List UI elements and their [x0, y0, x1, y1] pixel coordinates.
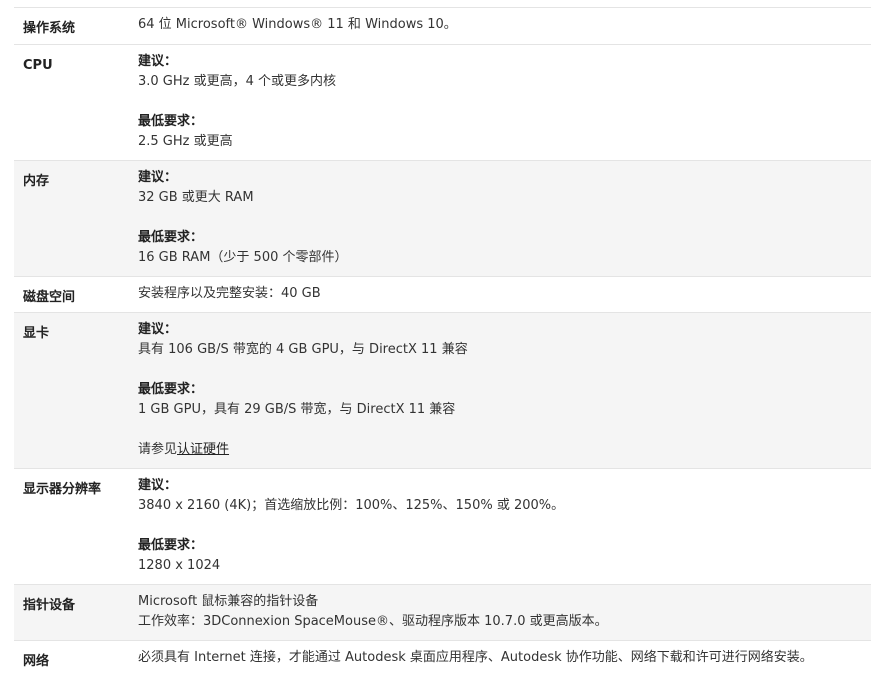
- minimum-heading: 最低要求：: [138, 538, 204, 553]
- minimum-block: 最低要求： 1 GB GPU，具有 29 GB/S 带宽，与 DirectX 1…: [138, 380, 871, 420]
- recommended-heading: 建议：: [138, 478, 178, 493]
- os-value: 64 位 Microsoft® Windows® 11 和 Windows 10…: [138, 17, 457, 32]
- recommended-value: 32 GB 或更大 RAM: [138, 190, 254, 205]
- certified-hardware-link[interactable]: 认证硬件: [177, 442, 229, 457]
- recommended-block: 建议： 32 GB 或更大 RAM: [138, 168, 871, 208]
- row-value: Microsoft 鼠标兼容的指针设备 工作效率：3DConnexion Spa…: [138, 585, 871, 640]
- minimum-value: 2.5 GHz 或更高: [138, 134, 233, 149]
- row-label: 网络: [23, 654, 50, 669]
- pointing-device-line-2: 工作效率：3DConnexion SpaceMouse®、驱动程序版本 10.7…: [138, 614, 608, 629]
- row-label: 指针设备: [23, 598, 76, 613]
- row-pointing-device: 指针设备 Microsoft 鼠标兼容的指针设备 工作效率：3DConnexio…: [14, 584, 871, 640]
- row-memory: 内存 建议： 32 GB 或更大 RAM 最低要求： 16 GB RAM（少于 …: [14, 160, 871, 276]
- row-value: 建议： 3840 x 2160 (4K)；首选缩放比例：100%、125%、15…: [138, 469, 871, 584]
- minimum-heading: 最低要求：: [138, 230, 204, 245]
- recommended-value: 3840 x 2160 (4K)；首选缩放比例：100%、125%、150% 或…: [138, 498, 565, 513]
- minimum-value: 1 GB GPU，具有 29 GB/S 带宽，与 DirectX 11 兼容: [138, 402, 456, 417]
- minimum-block: 最低要求： 16 GB RAM（少于 500 个零部件）: [138, 228, 871, 268]
- row-value: 建议： 3.0 GHz 或更高，4 个或更多内核 最低要求： 2.5 GHz 或…: [138, 45, 871, 160]
- row-operating-system: 操作系统 64 位 Microsoft® Windows® 11 和 Windo…: [14, 7, 871, 44]
- row-display-resolution: 显示器分辨率 建议： 3840 x 2160 (4K)；首选缩放比例：100%、…: [14, 468, 871, 584]
- minimum-heading: 最低要求：: [138, 382, 204, 397]
- row-disk-space: 磁盘空间 安装程序以及完整安装：40 GB: [14, 276, 871, 312]
- recommended-value: 3.0 GHz 或更高，4 个或更多内核: [138, 74, 337, 89]
- row-label: 磁盘空间: [23, 290, 76, 305]
- minimum-value: 1280 x 1024: [138, 558, 221, 573]
- row-value: 安装程序以及完整安装：40 GB: [138, 277, 871, 312]
- pointing-device-line-1: Microsoft 鼠标兼容的指针设备: [138, 594, 319, 609]
- row-label: 显示器分辨率: [23, 482, 102, 497]
- row-value: 64 位 Microsoft® Windows® 11 和 Windows 10…: [138, 8, 871, 44]
- network-value: 必须具有 Internet 连接，才能通过 Autodesk 桌面应用程序、Au…: [138, 650, 813, 665]
- see-also-prefix: 请参见: [138, 442, 178, 457]
- recommended-heading: 建议：: [138, 54, 178, 69]
- recommended-block: 建议： 3.0 GHz 或更高，4 个或更多内核: [138, 52, 871, 92]
- minimum-heading: 最低要求：: [138, 114, 204, 129]
- row-graphics-card: 显卡 建议： 具有 106 GB/S 带宽的 4 GB GPU，与 Direct…: [14, 312, 871, 468]
- recommended-value: 具有 106 GB/S 带宽的 4 GB GPU，与 DirectX 11 兼容: [138, 342, 468, 357]
- row-value: 必须具有 Internet 连接，才能通过 Autodesk 桌面应用程序、Au…: [138, 641, 871, 678]
- row-label: CPU: [23, 58, 53, 73]
- see-also-block: 请参见认证硬件: [138, 440, 871, 460]
- disk-value: 安装程序以及完整安装：40 GB: [138, 286, 321, 301]
- minimum-value: 16 GB RAM（少于 500 个零部件）: [138, 250, 348, 265]
- row-value: 建议： 32 GB 或更大 RAM 最低要求： 16 GB RAM（少于 500…: [138, 161, 871, 276]
- minimum-block: 最低要求： 2.5 GHz 或更高: [138, 112, 871, 152]
- row-label: 显卡: [23, 326, 50, 341]
- row-network: 网络 必须具有 Internet 连接，才能通过 Autodesk 桌面应用程序…: [14, 640, 871, 678]
- row-label: 内存: [23, 174, 50, 189]
- recommended-heading: 建议：: [138, 170, 178, 185]
- system-requirements-table: 操作系统 64 位 Microsoft® Windows® 11 和 Windo…: [14, 7, 871, 678]
- recommended-block: 建议： 具有 106 GB/S 带宽的 4 GB GPU，与 DirectX 1…: [138, 320, 871, 360]
- minimum-block: 最低要求： 1280 x 1024: [138, 536, 871, 576]
- row-label: 操作系统: [23, 21, 76, 36]
- row-cpu: CPU 建议： 3.0 GHz 或更高，4 个或更多内核 最低要求： 2.5 G…: [14, 44, 871, 160]
- row-value: 建议： 具有 106 GB/S 带宽的 4 GB GPU，与 DirectX 1…: [138, 313, 871, 468]
- recommended-heading: 建议：: [138, 322, 178, 337]
- recommended-block: 建议： 3840 x 2160 (4K)；首选缩放比例：100%、125%、15…: [138, 476, 871, 516]
